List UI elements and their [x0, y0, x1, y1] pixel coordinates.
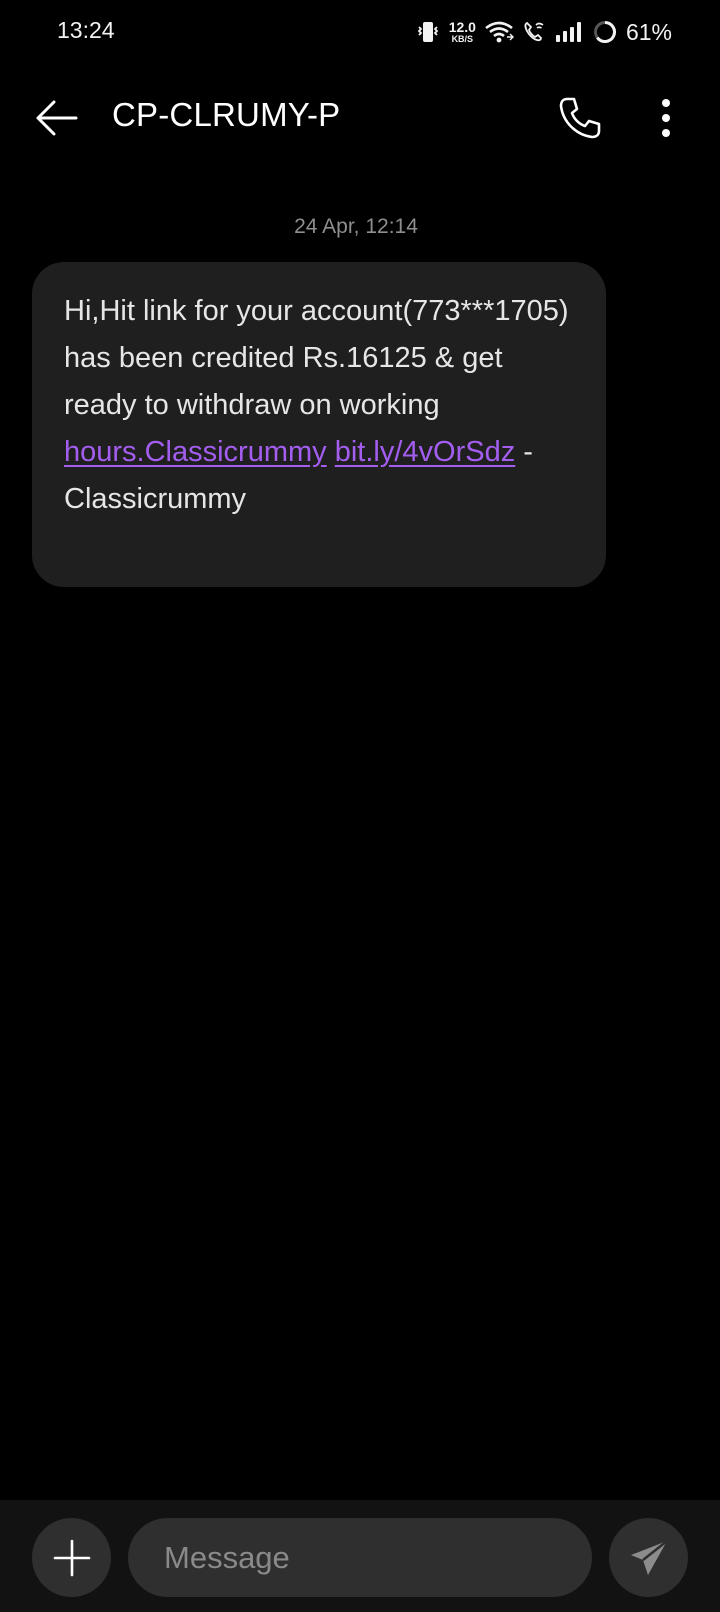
message-link-bitly[interactable]: bit.ly/4vOrSdz: [335, 436, 516, 468]
more-vert-icon: [662, 99, 670, 137]
message-input[interactable]: [128, 1518, 592, 1597]
phone-icon: [559, 97, 601, 139]
message-body: Hi,Hit link for your account(773***1705)…: [64, 295, 569, 421]
network-speed-unit: KB/S: [451, 34, 474, 44]
conversation-title: CP-CLRUMY-P: [112, 96, 341, 133]
link-separator: [327, 436, 335, 468]
back-button[interactable]: [28, 90, 84, 146]
app-bar: CP-CLRUMY-P: [0, 72, 720, 162]
status-icons: 12.0 KB/S 61%: [415, 14, 672, 50]
status-time: 13:24: [57, 17, 115, 43]
battery-percent: 61%: [625, 18, 672, 45]
message-link-hours[interactable]: hours.Classicrummy: [64, 436, 327, 468]
more-options-button[interactable]: [638, 90, 694, 146]
call-button[interactable]: [552, 90, 608, 146]
message-bubble[interactable]: Hi,Hit link for your account(773***1705)…: [32, 262, 606, 587]
send-icon: [630, 1539, 668, 1575]
attach-button[interactable]: [32, 1518, 111, 1597]
message-text: Hi,Hit link for your account(773***1705)…: [64, 288, 578, 523]
plus-icon: [53, 1539, 90, 1576]
status-bar: 13:24 12.0 KB/S 61%: [0, 0, 720, 66]
vibrate-icon: [415, 19, 441, 45]
send-button[interactable]: [609, 1518, 688, 1597]
wifi-calling-icon: [522, 19, 546, 45]
composer-bar: [0, 1500, 720, 1612]
message-timestamp: 24 Apr, 12:14: [294, 215, 418, 238]
network-speed: 12.0 KB/S: [449, 20, 476, 44]
signal-icon: [554, 19, 584, 45]
battery-icon: [592, 19, 618, 45]
back-arrow-icon: [36, 100, 78, 136]
wifi-icon: [484, 19, 514, 45]
network-speed-value: 12.0: [448, 19, 476, 35]
